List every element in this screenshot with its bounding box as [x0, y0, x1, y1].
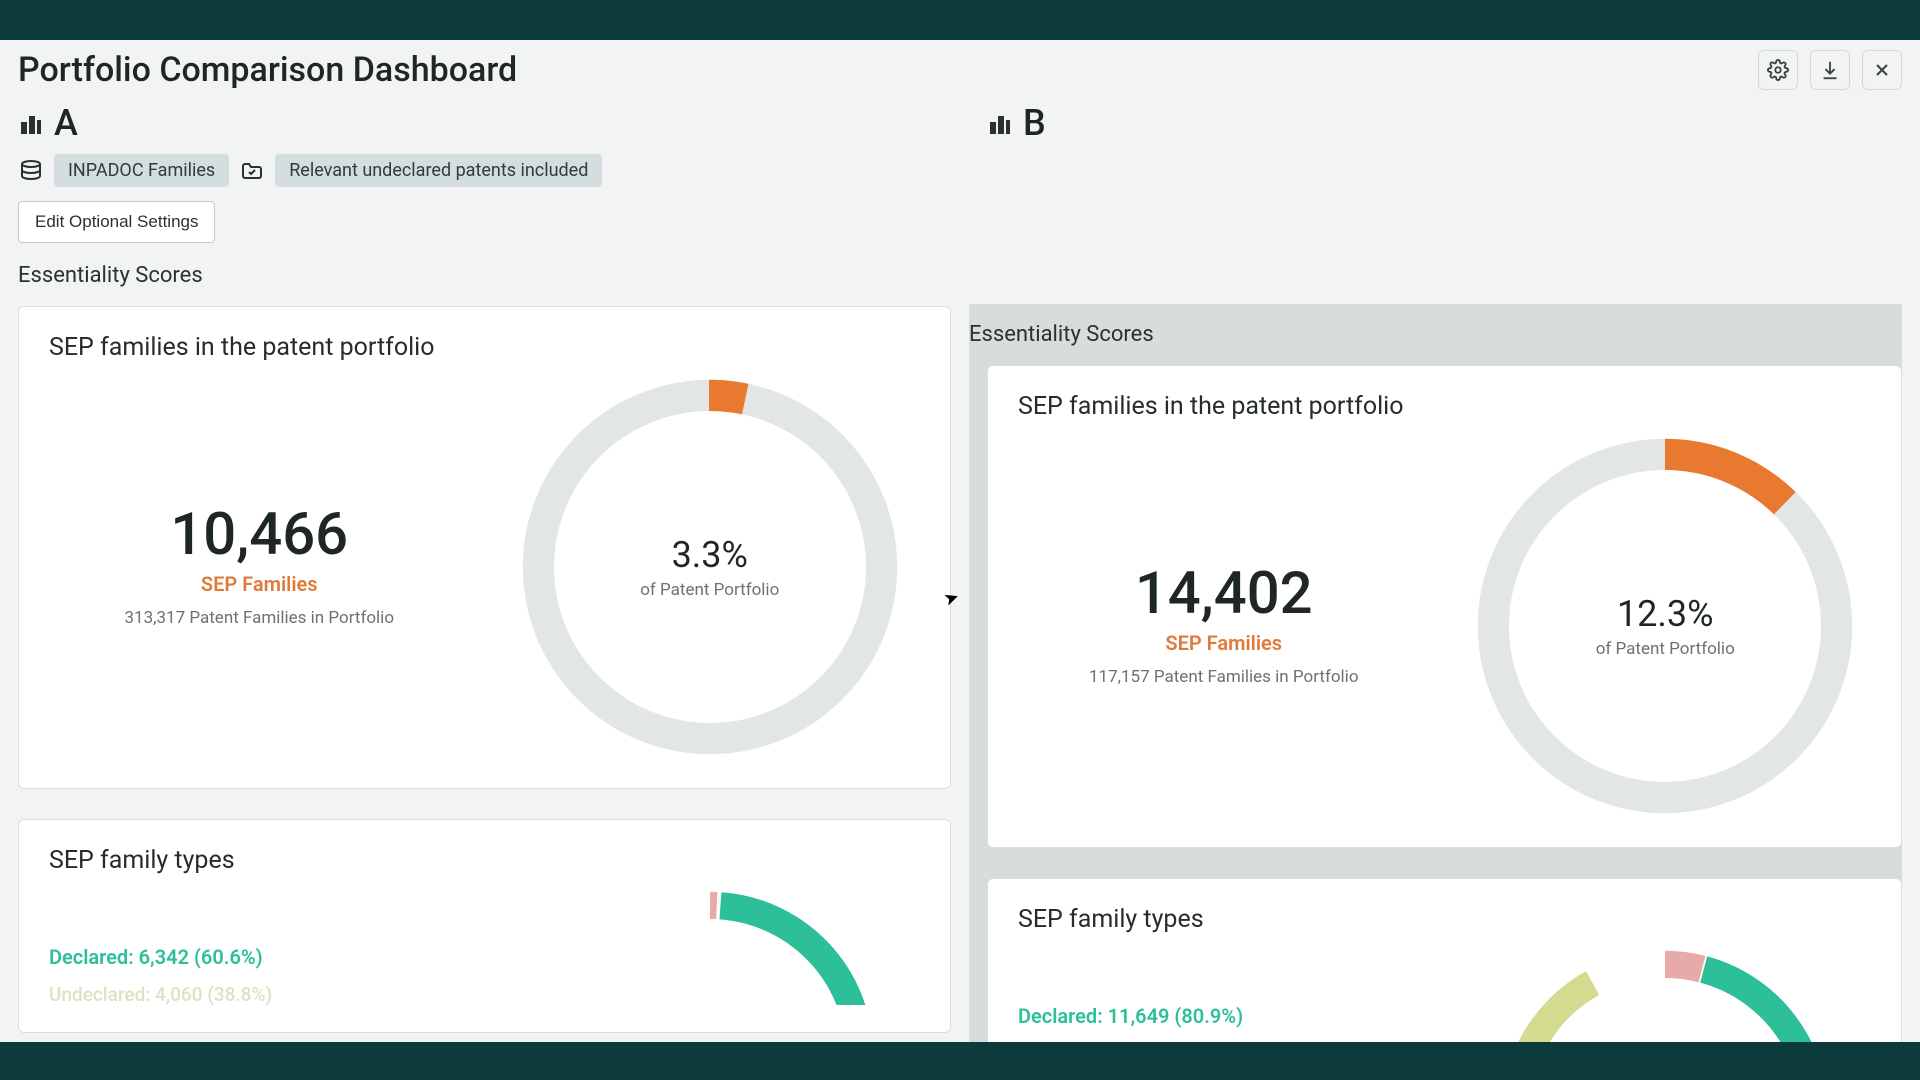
types-donut-b: [1460, 944, 1872, 1042]
database-icon: [18, 158, 44, 184]
chip-undeclared[interactable]: Relevant undeclared patents included: [275, 154, 602, 187]
card-sep-types-b: SEP family types Declared: 11,649 (80.9%…: [987, 878, 1902, 1042]
card-title-sep-b: SEP families in the patent portfolio: [1018, 392, 1871, 421]
card-sep-families-b: SEP families in the patent portfolio 14,…: [987, 365, 1902, 848]
portfolio-column-b: B Essentiality Scores SEP families in th…: [969, 102, 1920, 1042]
declared-a: Declared: 6,342 (60.6%): [49, 945, 470, 969]
donut-chart-a: 3.3% of Patent Portfolio: [500, 372, 921, 762]
undeclared-a: Undeclared: 4,060 (38.8%): [49, 983, 470, 1006]
sep-label-a: SEP Families: [49, 572, 470, 596]
gear-icon: [1767, 59, 1789, 81]
close-button[interactable]: [1862, 50, 1902, 90]
page-title: Portfolio Comparison Dashboard: [18, 50, 517, 90]
percent-b: 12.3%: [1596, 593, 1735, 635]
download-button[interactable]: [1810, 50, 1850, 90]
portfolio-a-header: A: [18, 102, 951, 144]
types-donut-a: [500, 885, 921, 1005]
total-families-a: 313,317 Patent Families in Portfolio: [49, 608, 470, 628]
sep-count-b: 14,402: [1018, 565, 1430, 623]
building-icon: [18, 110, 44, 136]
selected-region-b: Essentiality Scores SEP families in the …: [969, 304, 1902, 1042]
header-actions: [1758, 50, 1902, 90]
types-legend-b: Declared: 11,649 (80.9%) Undeclared: 2,1…: [1018, 944, 1430, 1042]
close-icon: [1872, 60, 1892, 80]
portfolio-column-a: A INPADOC Families Relev: [0, 102, 969, 1042]
comparison-columns: A INPADOC Families Relev: [0, 102, 1920, 1042]
app-frame: Portfolio Comparison Dashboard: [0, 40, 1920, 1042]
sep-count-a: 10,466: [49, 506, 470, 564]
portfolio-b-name: B: [1023, 102, 1046, 144]
sep-stats-a: 10,466 SEP Families 313,317 Patent Famil…: [49, 506, 470, 628]
header-row: Portfolio Comparison Dashboard: [0, 40, 1920, 90]
donut-chart-b: 12.3% of Patent Portfolio: [1460, 431, 1872, 821]
section-essentiality-b: Essentiality Scores: [969, 304, 1902, 347]
card-title-types-b: SEP family types: [1018, 905, 1871, 934]
portfolio-a-name: A: [54, 102, 78, 144]
building-icon: [987, 110, 1013, 136]
types-legend-a: Declared: 6,342 (60.6%) Undeclared: 4,06…: [49, 885, 470, 1006]
total-families-b: 117,157 Patent Families in Portfolio: [1018, 667, 1430, 687]
edit-optional-settings-button[interactable]: Edit Optional Settings: [18, 201, 215, 243]
sep-label-b: SEP Families: [1018, 631, 1430, 655]
sep-stats-b: 14,402 SEP Families 117,157 Patent Famil…: [1018, 565, 1430, 687]
card-title-types-a: SEP family types: [49, 846, 920, 875]
card-title-sep-a: SEP families in the patent portfolio: [49, 333, 920, 362]
card-sep-types-a: SEP family types Declared: 6,342 (60.6%)…: [18, 819, 951, 1033]
section-essentiality-a: Essentiality Scores: [18, 263, 951, 288]
download-icon: [1819, 59, 1841, 81]
chip-inpadoc[interactable]: INPADOC Families: [54, 154, 229, 187]
card-sep-families-a: SEP families in the patent portfolio 10,…: [18, 306, 951, 789]
percent-a: 3.3%: [640, 534, 779, 576]
settings-button[interactable]: [1758, 50, 1798, 90]
percent-sub-b: of Patent Portfolio: [1596, 639, 1735, 659]
portfolio-b-header: B: [987, 102, 1902, 144]
percent-sub-a: of Patent Portfolio: [640, 580, 779, 600]
filter-chips-row: INPADOC Families Relevant undeclared pat…: [18, 154, 951, 187]
declared-b: Declared: 11,649 (80.9%): [1018, 1004, 1430, 1028]
folder-icon: [239, 158, 265, 184]
